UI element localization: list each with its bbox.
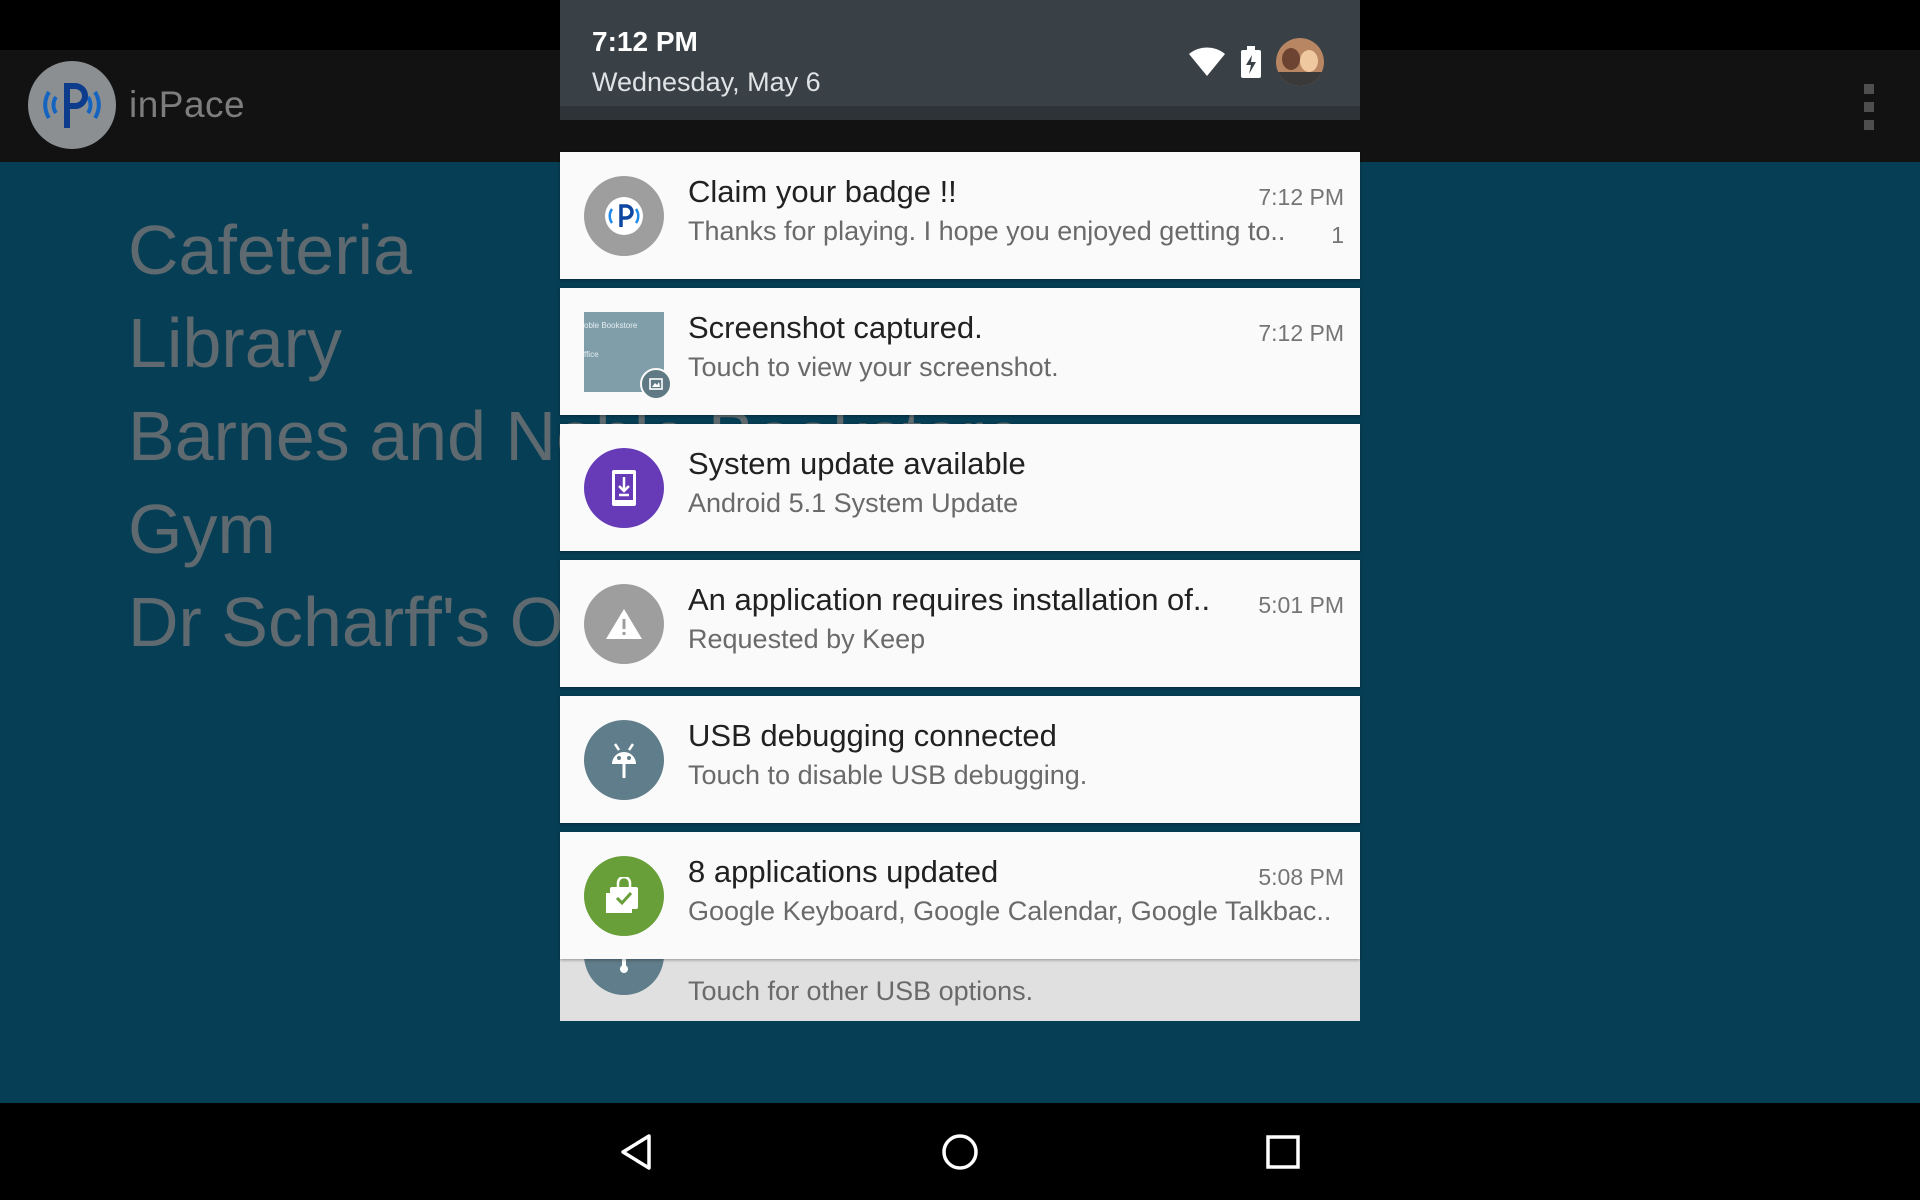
notification-text: Thanks for playing. I hope you enjoyed g… (688, 216, 1286, 246)
notification-title: Claim your badge !! (688, 174, 957, 209)
notification-title: System update available (688, 446, 1026, 481)
shade-date: Wednesday, May 6 (592, 67, 821, 97)
back-icon[interactable] (614, 1129, 660, 1175)
play-store-update-icon (584, 856, 664, 936)
wifi-icon (1189, 47, 1225, 76)
inpace-app-icon (584, 176, 664, 256)
thumbnail-text: ffice (584, 350, 599, 359)
notification-usb-debugging[interactable]: USB debugging connected Touch to disable… (560, 696, 1360, 823)
notification-usb-options[interactable]: Touch for other USB options. (560, 935, 1360, 1021)
warning-icon (584, 584, 664, 664)
account-avatar[interactable] (1276, 38, 1324, 86)
notification-time: 5:01 PM (1258, 592, 1344, 618)
notification-time: 7:12 PM (1258, 320, 1344, 346)
notification-app-install[interactable]: An application requires installation of.… (560, 560, 1360, 687)
image-icon (640, 368, 672, 400)
shade-header[interactable]: 7:12 PM Wednesday, May 6 (560, 0, 1360, 120)
notification-claim-badge[interactable]: Claim your badge !! Thanks for playing. … (560, 152, 1360, 279)
notification-count: 1 (1331, 222, 1344, 248)
android-debug-icon (584, 720, 664, 800)
notification-title: Screenshot captured. (688, 310, 983, 345)
shade-time: 7:12 PM (592, 26, 698, 57)
notification-time: 7:12 PM (1258, 184, 1344, 210)
notification-text: Touch for other USB options. (688, 976, 1034, 1006)
system-update-icon (584, 448, 664, 528)
navigation-bar (0, 1103, 1920, 1200)
notification-text: Google Keyboard, Google Calendar, Google… (688, 896, 1332, 926)
notification-shade: 7:12 PM Wednesday, May 6 Claim your badg… (560, 0, 1360, 1021)
recents-icon[interactable] (1260, 1129, 1306, 1175)
notification-text: Touch to disable USB debugging. (688, 760, 1088, 790)
notification-time: 5:08 PM (1258, 864, 1344, 890)
inpace-logo-icon (28, 61, 116, 149)
notification-screenshot[interactable]: oble Bookstore ffice Screenshot captured… (560, 288, 1360, 415)
notification-text: Android 5.1 System Update (688, 488, 1019, 518)
app-title: inPace (129, 84, 246, 125)
notification-text: Requested by Keep (688, 624, 926, 654)
battery-charging-icon (1241, 46, 1261, 78)
notification-text: Touch to view your screenshot. (688, 352, 1059, 382)
status-icons (1188, 38, 1324, 86)
notification-apps-updated[interactable]: 8 applications updated Google Keyboard, … (560, 832, 1360, 959)
notification-title: An application requires installation of.… (688, 582, 1211, 617)
notification-system-update[interactable]: System update available Android 5.1 Syst… (560, 424, 1360, 551)
notification-title: 8 applications updated (688, 854, 999, 889)
thumbnail-text: oble Bookstore (584, 321, 638, 330)
home-icon[interactable] (937, 1129, 983, 1175)
notification-title: USB debugging connected (688, 718, 1057, 753)
overflow-menu-icon[interactable] (1862, 84, 1876, 130)
